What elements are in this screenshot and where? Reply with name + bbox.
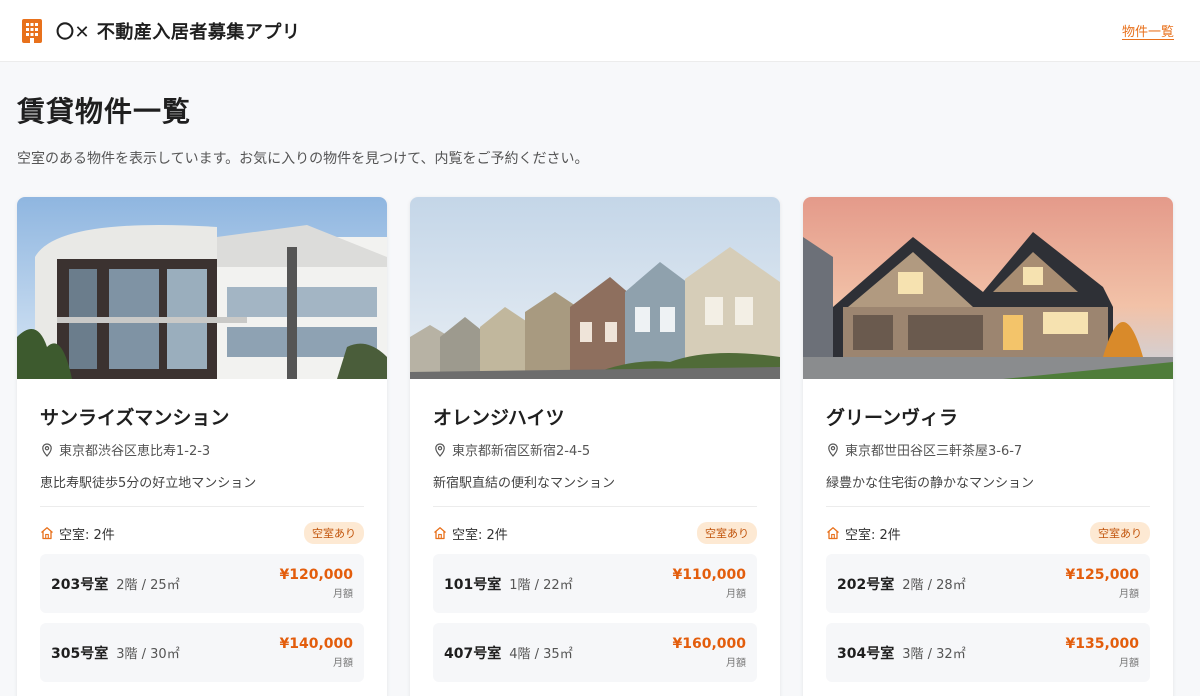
vacancy-row: 空室: 2件 空室あり [40,522,364,544]
vacancy-row: 空室: 2件 空室あり [826,522,1150,544]
home-icon [41,527,53,540]
property-name: グリーンヴィラ [826,407,959,429]
status-badge: 空室あり [1090,522,1150,544]
card-body: グリーンヴィラ 東京都世田谷区三軒茶屋3-6-7 緑豊かな住宅街の静かなマンショ… [803,379,1173,682]
vacancy-count: 空室: 2件 [845,527,901,543]
building-icon [22,18,42,43]
page-description: 空室のある物件を表示しています。お気に入りの物件を見つけて、内覧をご予約ください… [17,151,589,167]
price-label: 月額 [726,589,746,600]
room-item[interactable]: 202号室 2階 / 28㎡ ¥125,000 月額 [826,554,1150,613]
price-label: 月額 [333,589,353,600]
page-title: 賃貸物件一覧 [17,95,192,128]
room-number: 203号室 [51,576,109,593]
room-item[interactable]: 304号室 3階 / 32㎡ ¥135,000 月額 [826,623,1150,682]
property-photo [17,197,387,379]
room-price: ¥110,000 月額 [672,567,746,600]
room-item[interactable]: 305号室 3階 / 30㎡ ¥140,000 月額 [40,623,364,682]
room-price: ¥135,000 月額 [1065,636,1139,669]
price-label: 月額 [726,658,746,669]
price-value: ¥110,000 [672,567,746,583]
brand[interactable]: 〇✕ 不動産入居者募集アプリ [18,17,300,45]
property-card[interactable]: オレンジハイツ 東京都新宿区新宿2-4-5 新宿駅直結の便利なマンション 空室:… [410,197,780,696]
property-address: 東京都渋谷区恵比寿1-2-3 [40,440,364,459]
room-price: ¥120,000 月額 [279,567,353,600]
property-description: 緑豊かな住宅街の静かなマンション [826,472,1150,507]
price-value: ¥135,000 [1065,636,1139,652]
property-address: 東京都新宿区新宿2-4-5 [433,440,757,459]
room-spec: 2階 / 25㎡ [116,577,180,593]
room-spec: 2階 / 28㎡ [902,577,966,593]
room-item[interactable]: 407号室 4階 / 35㎡ ¥160,000 月額 [433,623,757,682]
property-description: 新宿駅直結の便利なマンション [433,472,757,507]
home-icon [827,527,839,540]
property-card[interactable]: グリーンヴィラ 東京都世田谷区三軒茶屋3-6-7 緑豊かな住宅街の静かなマンショ… [803,197,1173,696]
room-number: 101号室 [444,576,502,593]
vacancy-count: 空室: 2件 [452,527,508,543]
property-grid: サンライズマンション 東京都渋谷区恵比寿1-2-3 恵比寿駅徒歩5分の好立地マン… [17,197,1183,696]
vacancy-info: 空室: 2件 [826,524,901,543]
vacancy-info: 空室: 2件 [40,524,115,543]
status-badge: 空室あり [697,522,757,544]
price-value: ¥160,000 [672,636,746,652]
card-body: オレンジハイツ 東京都新宿区新宿2-4-5 新宿駅直結の便利なマンション 空室:… [410,379,780,682]
room-number: 305号室 [51,645,109,662]
property-photo [410,197,780,379]
map-pin-icon [828,442,838,457]
property-photo [803,197,1173,379]
property-name: サンライズマンション [40,407,230,429]
room-spec: 1階 / 22㎡ [509,577,573,593]
room-info: 203号室 2階 / 25㎡ [51,574,180,594]
property-card[interactable]: サンライズマンション 東京都渋谷区恵比寿1-2-3 恵比寿駅徒歩5分の好立地マン… [17,197,387,696]
property-description: 恵比寿駅徒歩5分の好立地マンション [40,472,364,507]
room-info: 304号室 3階 / 32㎡ [837,643,966,663]
room-info: 305号室 3階 / 30㎡ [51,643,180,663]
map-pin-icon [435,442,445,457]
vacancy-info: 空室: 2件 [433,524,508,543]
room-number: 202号室 [837,576,895,593]
address-text: 東京都新宿区新宿2-4-5 [452,444,591,459]
room-info: 407号室 4階 / 35㎡ [444,643,573,663]
room-spec: 4階 / 35㎡ [509,646,573,662]
room-price: ¥140,000 月額 [279,636,353,669]
room-item[interactable]: 203号室 2階 / 25㎡ ¥120,000 月額 [40,554,364,613]
address-text: 東京都渋谷区恵比寿1-2-3 [59,444,211,459]
price-label: 月額 [1119,589,1139,600]
room-number: 304号室 [837,645,895,662]
nav-link-property-list[interactable]: 物件一覧 [1122,21,1174,40]
price-value: ¥125,000 [1065,567,1139,583]
property-address: 東京都世田谷区三軒茶屋3-6-7 [826,440,1150,459]
price-value: ¥140,000 [279,636,353,652]
room-spec: 3階 / 32㎡ [902,646,966,662]
room-info: 202号室 2階 / 28㎡ [837,574,966,594]
card-body: サンライズマンション 東京都渋谷区恵比寿1-2-3 恵比寿駅徒歩5分の好立地マン… [17,379,387,682]
address-text: 東京都世田谷区三軒茶屋3-6-7 [845,444,1023,459]
property-name: オレンジハイツ [433,407,565,429]
room-item[interactable]: 101号室 1階 / 22㎡ ¥110,000 月額 [433,554,757,613]
status-badge: 空室あり [304,522,364,544]
price-value: ¥120,000 [279,567,353,583]
main-content: 賃貸物件一覧 空室のある物件を表示しています。お気に入りの物件を見つけて、内覧を… [0,62,1200,696]
home-icon [434,527,446,540]
price-label: 月額 [333,658,353,669]
room-spec: 3階 / 30㎡ [116,646,180,662]
vacancy-count: 空室: 2件 [59,527,115,543]
room-number: 407号室 [444,645,502,662]
app-title: 〇✕ 不動産入居者募集アプリ [56,21,301,43]
app-header: 〇✕ 不動産入居者募集アプリ 物件一覧 [0,0,1200,62]
vacancy-row: 空室: 2件 空室あり [433,522,757,544]
price-label: 月額 [1119,658,1139,669]
room-info: 101号室 1階 / 22㎡ [444,574,573,594]
room-price: ¥125,000 月額 [1065,567,1139,600]
room-price: ¥160,000 月額 [672,636,746,669]
map-pin-icon [42,442,52,457]
